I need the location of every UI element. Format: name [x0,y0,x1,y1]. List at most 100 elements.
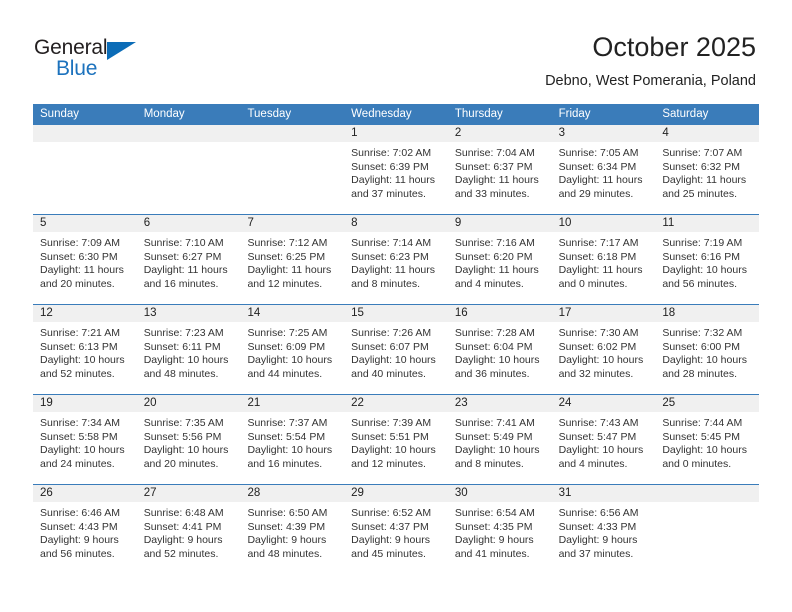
day-cell[interactable]: 13 Sunrise: 7:23 AM Sunset: 6:11 PM Dayl… [136,305,241,394]
day-info: Sunrise: 7:35 AM Sunset: 5:56 PM Dayligh… [137,412,241,471]
daylight-text-line1: Daylight: 11 hours [454,264,539,277]
day-cell[interactable] [240,125,345,214]
day-info: Sunrise: 7:05 AM Sunset: 6:34 PM Dayligh… [552,142,656,201]
sunset-text: Sunset: 5:58 PM [40,430,118,443]
sunrise-text: Sunrise: 7:16 AM [454,237,535,249]
daylight-text-line2: and 56 minutes. [662,277,738,290]
sunset-text: Sunset: 6:34 PM [558,160,637,173]
daylight-text-line1: Daylight: 11 hours [454,174,539,187]
day-cell[interactable]: 5 Sunrise: 7:09 AM Sunset: 6:30 PM Dayli… [33,215,137,304]
daylight-text-line2: and 4 minutes. [454,277,524,290]
daylight-text-line2: and 32 minutes. [558,367,634,380]
day-cell[interactable]: 27 Sunrise: 6:48 AM Sunset: 4:41 PM Dayl… [136,485,241,574]
daylight-text-line1: Daylight: 10 hours [143,444,229,457]
sunset-text: Sunset: 6:20 PM [454,250,533,263]
day-number: 5 [33,215,137,232]
daylight-text-line2: and 4 minutes. [558,457,628,470]
daylight-text-line1: Daylight: 10 hours [351,354,436,367]
day-cell[interactable]: 23 Sunrise: 7:41 AM Sunset: 5:49 PM Dayl… [447,395,552,484]
day-cell[interactable]: 30 Sunrise: 6:54 AM Sunset: 4:35 PM Dayl… [447,485,552,574]
sunrise-text: Sunrise: 7:35 AM [143,417,224,429]
day-info: Sunrise: 7:21 AM Sunset: 6:13 PM Dayligh… [33,322,137,381]
day-number: 22 [344,395,448,412]
day-cell[interactable]: 31 Sunrise: 6:56 AM Sunset: 4:33 PM Dayl… [551,485,656,574]
day-cell[interactable] [655,485,760,574]
day-number [655,485,760,502]
day-info: Sunrise: 7:32 AM Sunset: 6:00 PM Dayligh… [655,322,759,381]
sunrise-text: Sunrise: 7:05 AM [558,147,639,159]
day-info: Sunrise: 7:26 AM Sunset: 6:07 PM Dayligh… [344,322,448,381]
day-cell[interactable] [136,125,241,214]
day-info: Sunrise: 6:52 AM Sunset: 4:37 PM Dayligh… [344,502,448,561]
daylight-text-line2: and 37 minutes. [351,187,426,200]
sunset-text: Sunset: 6:09 PM [247,340,326,353]
day-cell[interactable]: 11 Sunrise: 7:19 AM Sunset: 6:16 PM Dayl… [655,215,760,304]
day-info: Sunrise: 7:14 AM Sunset: 6:23 PM Dayligh… [344,232,448,291]
daylight-text-line1: Daylight: 9 hours [247,534,327,547]
day-number: 14 [240,305,345,322]
day-info: Sunrise: 6:48 AM Sunset: 4:41 PM Dayligh… [137,502,241,561]
day-number: 1 [344,125,448,142]
day-cell[interactable]: 17 Sunrise: 7:30 AM Sunset: 6:02 PM Dayl… [551,305,656,394]
general-blue-logo[interactable]: General Blue [34,36,164,84]
sunset-text: Sunset: 6:07 PM [351,340,429,353]
sunrise-text: Sunrise: 7:17 AM [558,237,639,249]
day-cell[interactable]: 10 Sunrise: 7:17 AM Sunset: 6:18 PM Dayl… [551,215,656,304]
day-number: 6 [136,215,241,232]
day-number: 18 [655,305,760,322]
sunrise-text: Sunrise: 6:46 AM [40,507,120,519]
day-cell[interactable]: 1 Sunrise: 7:02 AM Sunset: 6:39 PM Dayli… [344,125,448,214]
sunset-text: Sunset: 5:49 PM [454,430,533,443]
daylight-text-line2: and 36 minutes. [454,367,530,380]
day-info: Sunrise: 7:30 AM Sunset: 6:02 PM Dayligh… [552,322,656,381]
sunset-text: Sunset: 6:00 PM [662,340,740,353]
daylight-text-line2: and 52 minutes. [40,367,115,380]
day-cell[interactable] [33,125,137,214]
day-cell[interactable]: 7 Sunrise: 7:12 AM Sunset: 6:25 PM Dayli… [240,215,345,304]
day-info: Sunrise: 6:50 AM Sunset: 4:39 PM Dayligh… [240,502,344,561]
day-cell[interactable]: 9 Sunrise: 7:16 AM Sunset: 6:20 PM Dayli… [447,215,552,304]
day-cell[interactable]: 14 Sunrise: 7:25 AM Sunset: 6:09 PM Dayl… [240,305,345,394]
sunrise-text: Sunrise: 7:44 AM [662,417,743,429]
day-info [33,142,137,147]
day-cell[interactable]: 22 Sunrise: 7:39 AM Sunset: 5:51 PM Dayl… [344,395,448,484]
day-cell[interactable]: 2 Sunrise: 7:04 AM Sunset: 6:37 PM Dayli… [447,125,552,214]
sunrise-text: Sunrise: 7:26 AM [351,327,432,339]
day-number: 24 [551,395,656,412]
day-cell[interactable]: 18 Sunrise: 7:32 AM Sunset: 6:00 PM Dayl… [655,305,760,394]
day-cell[interactable]: 19 Sunrise: 7:34 AM Sunset: 5:58 PM Dayl… [33,395,137,484]
day-cell[interactable]: 12 Sunrise: 7:21 AM Sunset: 6:13 PM Dayl… [33,305,137,394]
day-cell[interactable]: 25 Sunrise: 7:44 AM Sunset: 5:45 PM Dayl… [655,395,760,484]
sunrise-text: Sunrise: 7:07 AM [662,147,743,159]
day-cell[interactable]: 21 Sunrise: 7:37 AM Sunset: 5:54 PM Dayl… [240,395,345,484]
day-info: Sunrise: 7:43 AM Sunset: 5:47 PM Dayligh… [552,412,656,471]
day-number: 2 [447,125,552,142]
daylight-text-line2: and 37 minutes. [558,547,634,560]
day-cell[interactable]: 24 Sunrise: 7:43 AM Sunset: 5:47 PM Dayl… [551,395,656,484]
day-cell[interactable]: 4 Sunrise: 7:07 AM Sunset: 6:32 PM Dayli… [655,125,760,214]
day-cell[interactable]: 8 Sunrise: 7:14 AM Sunset: 6:23 PM Dayli… [344,215,448,304]
day-info: Sunrise: 7:16 AM Sunset: 6:20 PM Dayligh… [448,232,552,291]
sunrise-text: Sunrise: 6:50 AM [247,507,328,519]
day-cell[interactable]: 3 Sunrise: 7:05 AM Sunset: 6:34 PM Dayli… [551,125,656,214]
day-info: Sunrise: 7:17 AM Sunset: 6:18 PM Dayligh… [552,232,656,291]
day-cell[interactable]: 15 Sunrise: 7:26 AM Sunset: 6:07 PM Dayl… [344,305,448,394]
daylight-text-line2: and 25 minutes. [662,187,738,200]
day-cell[interactable]: 28 Sunrise: 6:50 AM Sunset: 4:39 PM Dayl… [240,485,345,574]
day-cell[interactable]: 29 Sunrise: 6:52 AM Sunset: 4:37 PM Dayl… [344,485,448,574]
day-cell[interactable]: 20 Sunrise: 7:35 AM Sunset: 5:56 PM Dayl… [136,395,241,484]
daylight-text-line2: and 28 minutes. [662,367,738,380]
daylight-text-line2: and 44 minutes. [247,367,323,380]
day-cell[interactable]: 16 Sunrise: 7:28 AM Sunset: 6:04 PM Dayl… [447,305,552,394]
day-number: 29 [344,485,448,502]
sunset-text: Sunset: 4:43 PM [40,520,118,533]
day-cell[interactable]: 26 Sunrise: 6:46 AM Sunset: 4:43 PM Dayl… [33,485,137,574]
daylight-text-line2: and 45 minutes. [351,547,426,560]
day-number: 20 [136,395,241,412]
daylight-text-line2: and 48 minutes. [143,367,219,380]
day-info: Sunrise: 6:54 AM Sunset: 4:35 PM Dayligh… [448,502,552,561]
day-info: Sunrise: 7:25 AM Sunset: 6:09 PM Dayligh… [240,322,344,381]
sunrise-text: Sunrise: 7:12 AM [247,237,328,249]
day-cell[interactable]: 6 Sunrise: 7:10 AM Sunset: 6:27 PM Dayli… [136,215,241,304]
sunset-text: Sunset: 5:45 PM [662,430,740,443]
